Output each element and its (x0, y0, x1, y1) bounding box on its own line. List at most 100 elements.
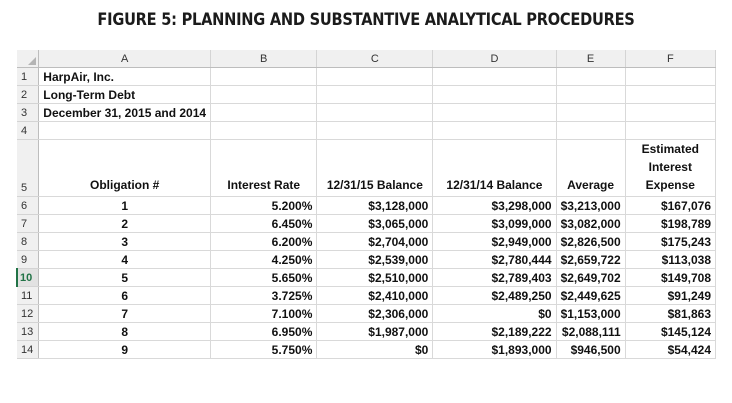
company-name-cell[interactable]: HarpAir, Inc. (38, 67, 212, 86)
header-balance-2014[interactable]: 12/31/14 Balance (432, 139, 557, 197)
report-name-cell[interactable]: Long-Term Debt (38, 85, 212, 104)
interest-rate-cell[interactable]: 6.200% (210, 232, 318, 251)
empty-cell[interactable] (316, 103, 434, 122)
interest-expense-cell[interactable]: $175,243 (625, 232, 716, 251)
empty-cell[interactable] (432, 103, 557, 122)
header-obligation[interactable]: Obligation # (38, 139, 212, 197)
interest-rate-cell[interactable]: 5.650% (210, 268, 318, 287)
average-cell[interactable]: $2,659,722 (556, 250, 626, 269)
column-header-d[interactable]: D (432, 50, 557, 68)
average-cell[interactable]: $946,500 (556, 340, 626, 359)
interest-expense-cell[interactable]: $198,789 (625, 214, 716, 233)
empty-cell[interactable] (556, 121, 626, 140)
average-cell[interactable]: $3,213,000 (556, 196, 626, 215)
empty-cell[interactable] (316, 67, 434, 86)
empty-cell[interactable] (210, 85, 318, 104)
interest-expense-cell[interactable]: $81,863 (625, 304, 716, 323)
interest-expense-cell[interactable]: $145,124 (625, 322, 716, 341)
row-header[interactable]: 5 (17, 139, 40, 197)
balance-2014-cell[interactable]: $2,780,444 (432, 250, 557, 269)
empty-cell[interactable] (625, 103, 716, 122)
column-header-b[interactable]: B (210, 50, 318, 68)
row-header[interactable]: 2 (17, 85, 40, 104)
balance-2014-cell[interactable]: $2,189,222 (432, 322, 557, 341)
balance-2015-cell[interactable]: $1,987,000 (316, 322, 434, 341)
header-balance-2015[interactable]: 12/31/15 Balance (316, 139, 434, 197)
balance-2014-cell[interactable]: $1,893,000 (432, 340, 557, 359)
average-cell[interactable]: $2,826,500 (556, 232, 626, 251)
balance-2015-cell[interactable]: $0 (316, 340, 434, 359)
balance-2015-cell[interactable]: $2,410,000 (316, 286, 434, 305)
balance-2015-cell[interactable]: $2,704,000 (316, 232, 434, 251)
row-header[interactable]: 8 (17, 232, 40, 251)
column-header-e[interactable]: E (556, 50, 626, 68)
average-cell[interactable]: $2,449,625 (556, 286, 626, 305)
interest-rate-cell[interactable]: 3.725% (210, 286, 318, 305)
interest-expense-cell[interactable]: $167,076 (625, 196, 716, 215)
interest-rate-cell[interactable]: 6.450% (210, 214, 318, 233)
empty-cell[interactable] (210, 67, 318, 86)
average-cell[interactable]: $3,082,000 (556, 214, 626, 233)
row-header[interactable]: 9 (17, 250, 40, 269)
interest-expense-cell[interactable]: $149,708 (625, 268, 716, 287)
empty-cell[interactable] (625, 67, 716, 86)
interest-rate-cell[interactable]: 6.950% (210, 322, 318, 341)
row-header[interactable]: 10 (16, 268, 40, 287)
obligation-cell[interactable]: 5 (38, 268, 212, 287)
row-header[interactable]: 13 (17, 322, 40, 341)
empty-cell[interactable] (432, 85, 557, 104)
balance-2015-cell[interactable]: $2,539,000 (316, 250, 434, 269)
interest-rate-cell[interactable]: 7.100% (210, 304, 318, 323)
average-cell[interactable]: $2,088,111 (556, 322, 626, 341)
interest-expense-cell[interactable]: $91,249 (625, 286, 716, 305)
empty-cell[interactable] (210, 103, 318, 122)
obligation-cell[interactable]: 9 (38, 340, 212, 359)
report-date-cell[interactable]: December 31, 2015 and 2014 (38, 103, 212, 122)
column-header-c[interactable]: C (316, 50, 434, 68)
empty-cell[interactable] (556, 85, 626, 104)
header-interest-rate[interactable]: Interest Rate (210, 139, 318, 197)
balance-2014-cell[interactable]: $3,099,000 (432, 214, 557, 233)
empty-cell[interactable] (625, 85, 716, 104)
empty-cell[interactable] (625, 121, 716, 140)
empty-cell[interactable] (432, 67, 557, 86)
balance-2014-cell[interactable]: $2,789,403 (432, 268, 557, 287)
balance-2015-cell[interactable]: $3,065,000 (316, 214, 434, 233)
balance-2014-cell[interactable]: $0 (432, 304, 557, 323)
row-header[interactable]: 11 (17, 286, 40, 305)
empty-cell[interactable] (316, 121, 434, 140)
obligation-cell[interactable]: 8 (38, 322, 212, 341)
empty-cell[interactable] (432, 121, 557, 140)
column-header-f[interactable]: F (625, 50, 716, 68)
row-header[interactable]: 14 (17, 340, 40, 359)
balance-2015-cell[interactable]: $2,306,000 (316, 304, 434, 323)
row-header[interactable]: 7 (17, 214, 40, 233)
select-all-corner[interactable] (17, 50, 40, 68)
average-cell[interactable]: $2,649,702 (556, 268, 626, 287)
obligation-cell[interactable]: 6 (38, 286, 212, 305)
obligation-cell[interactable]: 2 (38, 214, 212, 233)
empty-cell[interactable] (556, 103, 626, 122)
balance-2015-cell[interactable]: $2,510,000 (316, 268, 434, 287)
row-header[interactable]: 4 (17, 121, 40, 140)
row-header[interactable]: 3 (17, 103, 40, 122)
balance-2014-cell[interactable]: $2,949,000 (432, 232, 557, 251)
interest-expense-cell[interactable]: $113,038 (625, 250, 716, 269)
empty-cell[interactable] (316, 85, 434, 104)
interest-rate-cell[interactable]: 5.200% (210, 196, 318, 215)
row-header[interactable]: 1 (17, 67, 40, 86)
empty-cell[interactable] (210, 121, 318, 140)
interest-rate-cell[interactable]: 4.250% (210, 250, 318, 269)
obligation-cell[interactable]: 7 (38, 304, 212, 323)
interest-expense-cell[interactable]: $54,424 (625, 340, 716, 359)
column-header-a[interactable]: A (38, 50, 212, 68)
balance-2014-cell[interactable]: $2,489,250 (432, 286, 557, 305)
obligation-cell[interactable]: 1 (38, 196, 212, 215)
balance-2015-cell[interactable]: $3,128,000 (316, 196, 434, 215)
interest-rate-cell[interactable]: 5.750% (210, 340, 318, 359)
average-cell[interactable]: $1,153,000 (556, 304, 626, 323)
empty-cell[interactable] (556, 67, 626, 86)
row-header[interactable]: 6 (17, 196, 40, 215)
empty-cell[interactable] (38, 121, 212, 140)
header-estimated-interest[interactable]: Estimated Interest Expense (625, 139, 716, 197)
